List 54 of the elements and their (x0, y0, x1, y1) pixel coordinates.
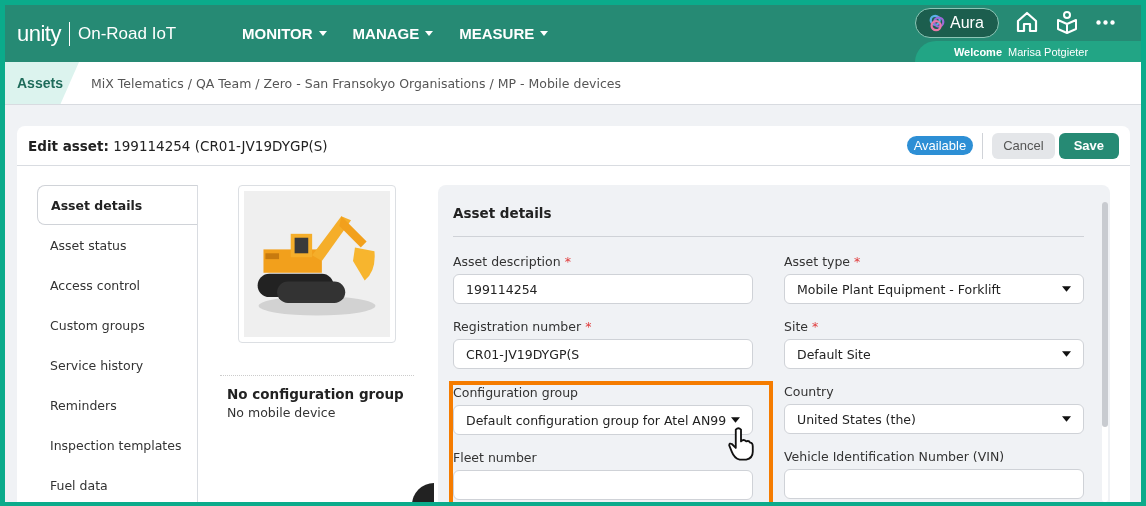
field-label: Configuration group (453, 385, 580, 402)
field-label: Registration number * (453, 319, 593, 336)
section-title: Asset details (453, 185, 1084, 237)
rings-icon (928, 14, 946, 32)
caret-icon (1062, 351, 1071, 357)
device-text: No mobile device (227, 405, 337, 420)
caret-icon (425, 31, 434, 36)
field-label: Site * (784, 319, 820, 336)
home-icon[interactable] (1014, 10, 1039, 34)
field-label: Asset description * (453, 254, 572, 271)
dropdown[interactable]: Mobile Plant Equipment - Forklift (784, 274, 1084, 304)
dropdown[interactable]: United States (the) (784, 404, 1084, 434)
hand-cursor-icon (727, 427, 755, 461)
aura-button[interactable]: Aura (915, 8, 999, 38)
page-title: Edit asset: 199114254 (CR01-JV19DYGP(S) (28, 137, 329, 154)
input-field[interactable] (453, 470, 753, 500)
dropdown[interactable]: Default configuration group for Atel AN99 (453, 405, 753, 435)
sidebar-tab[interactable]: Reminders (37, 385, 197, 425)
breadcrumb: MiX Telematics / QA Team / Zero - San Fransokyo Organisations / MP - Mobile devices (91, 75, 622, 91)
sidebar-tab[interactable]: Access control (37, 265, 197, 305)
field-label: Country (784, 384, 835, 401)
caret-icon (1062, 286, 1071, 292)
nav-menu[interactable]: MONITOR (232, 21, 337, 46)
caret-icon (318, 31, 327, 36)
dropdown[interactable]: Default Site (784, 339, 1084, 369)
nav-menu[interactable]: MANAGE (342, 21, 444, 46)
field-label: Asset type * (784, 254, 862, 271)
caret-icon (540, 31, 549, 36)
sidebar-tab[interactable]: Service history (37, 345, 197, 385)
cancel-button[interactable]: Cancel (992, 132, 1055, 159)
field-label: Fleet number (453, 450, 538, 467)
input-field[interactable]: CR01-JV19DYGP(S (453, 339, 753, 369)
nav-menu[interactable]: MEASURE (449, 21, 559, 46)
input-field[interactable]: 199114254 (453, 274, 753, 304)
product-name: On-Road IoT (78, 23, 177, 44)
caret-icon (731, 417, 740, 423)
sidebar-tab[interactable]: Custom groups (37, 305, 197, 345)
logo[interactable]: unity (17, 20, 61, 47)
user-name: Marisa Potgieter (1008, 45, 1089, 58)
welcome-label: Welcome (953, 45, 1002, 58)
section-tab[interactable]: Assets (5, 62, 79, 104)
field-label: Vehicle Identification Number (VIN) (784, 449, 1006, 466)
sidebar-tab[interactable]: Inspection templates (37, 425, 197, 465)
configuration-title: No configuration group (227, 386, 405, 402)
input-field[interactable] (784, 469, 1084, 499)
sidebar-tab[interactable]: Asset status (37, 225, 197, 265)
caret-icon (1062, 416, 1071, 422)
reader-book-icon[interactable] (1054, 10, 1079, 34)
more-icon[interactable] (1094, 18, 1116, 26)
sidebar-tab[interactable]: Fuel data (37, 465, 197, 502)
sidebar-tab[interactable]: Asset details (37, 185, 197, 225)
scrollbar[interactable] (1102, 202, 1108, 502)
save-button[interactable]: Save (1058, 132, 1119, 159)
status-badge: Available (906, 136, 974, 155)
